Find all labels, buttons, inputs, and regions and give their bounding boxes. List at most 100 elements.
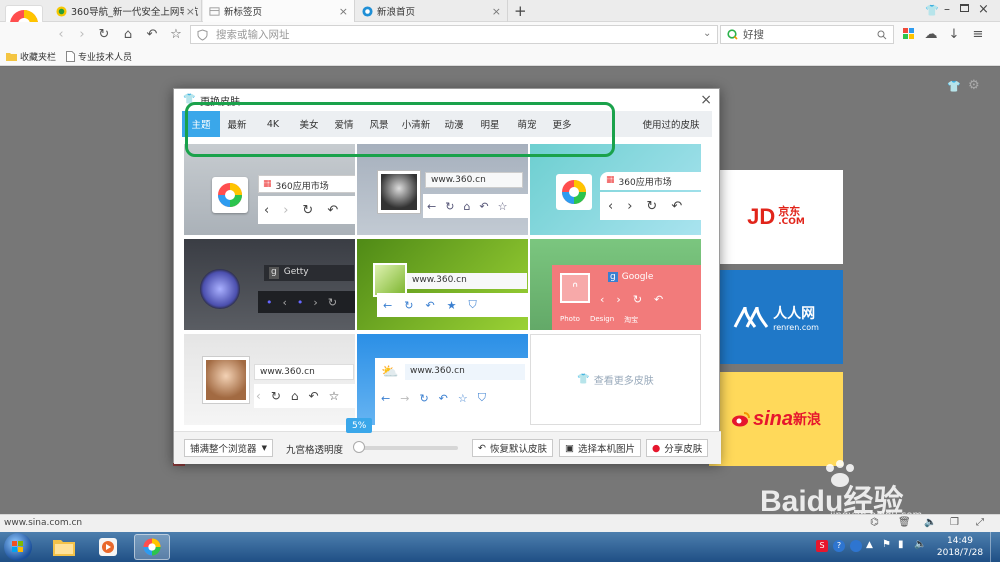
share-label: 分享皮肤 [664, 444, 703, 455]
refresh-button[interactable]: ↻ [96, 26, 112, 42]
window-icon[interactable]: ❐ [950, 517, 959, 528]
address-bar[interactable]: 搜索或输入网址 [190, 25, 718, 44]
skin-thumbnail[interactable]: ▦ 360应用市场 ‹ › ↻ ↶ [530, 144, 701, 235]
tray-flag-icon[interactable]: ⚑ [882, 539, 891, 550]
renren-logo-text: 人人网 [773, 305, 816, 322]
search-icon[interactable] [877, 30, 887, 40]
portrait-image [381, 174, 417, 210]
sina-favicon-icon [362, 5, 373, 17]
tray-network-icon[interactable] [850, 540, 862, 552]
dialog-close-button[interactable]: × [700, 92, 712, 108]
address-dropdown-icon[interactable]: ⌄ [703, 28, 711, 39]
apps-grid-icon[interactable] [903, 28, 915, 40]
skin-thumbnail[interactable]: www.360.cn ← ↻ ↶ ★ ⛉ [357, 239, 528, 330]
bookmark-favorites-folder[interactable]: 收藏夹栏 [6, 50, 56, 63]
share-skin-button[interactable]: ● 分享皮肤 [646, 439, 709, 457]
page-skin-icon[interactable]: 👕 [947, 80, 961, 93]
skin-shirt-icon[interactable]: 👕 [925, 4, 939, 17]
g-icon: g [269, 267, 279, 279]
bunny-icon: ᐢ [560, 273, 590, 303]
tab-new-tab[interactable]: 新标签页 × [203, 0, 355, 22]
skin-thumbnail[interactable]: g Getty • ‹ • › ↻ [184, 239, 355, 330]
restore-default-skin-button[interactable]: ↶ 恢复默认皮肤 [472, 439, 553, 457]
tab-close-icon[interactable]: × [339, 5, 348, 18]
skin-preview-tab: g Getty [264, 265, 354, 281]
volume-icon[interactable]: 🔈 [924, 517, 936, 528]
tab-label: 360导航_新一代安全上网导航 [71, 7, 199, 18]
360-favicon-icon [56, 5, 67, 17]
forward-button[interactable]: › [74, 26, 90, 42]
tab-label: 新标签页 [224, 7, 263, 18]
transparency-slider-handle[interactable] [353, 441, 366, 453]
transparency-label: 九宫格透明度 [286, 445, 344, 456]
skin-preview-nav: ← ↻ ↶ ★ ⛉ [377, 293, 528, 317]
tray-volume-icon[interactable]: 🔈 [914, 539, 926, 550]
taskbar-360-browser[interactable] [134, 534, 170, 560]
skin-preview-label: Google [621, 272, 654, 282]
media-player-icon [99, 538, 117, 556]
site-tile-sina[interactable]: sina 新浪 [709, 372, 843, 466]
tab-sina[interactable]: 新浪首页 × [356, 0, 508, 22]
app-grid-icon: ▦ [606, 175, 615, 185]
taskbar-explorer[interactable] [46, 534, 82, 560]
skin-thumbnail[interactable]: ⛅ www.360.cn ← → ↻ ↶ ☆ ⛉ [357, 334, 528, 425]
jd-logo-com: .COM [778, 217, 805, 227]
skin-thumbnail[interactable]: ᐢ g Google ‹ › ↻ ↶ Photo Design 淘宝 [530, 239, 701, 330]
site-tile-jd[interactable]: JD 京东 .COM [709, 170, 843, 264]
skin-preview-nav: ← → ↻ ↶ ☆ ⛉ [381, 391, 486, 405]
new-tab-button[interactable]: + [514, 2, 527, 20]
weather-sun-icon: ⛅ [381, 364, 399, 380]
show-desktop-button[interactable] [990, 532, 1000, 562]
bookmark-professional[interactable]: 专业技术人员 [66, 50, 132, 63]
favorite-star-button[interactable]: ☆ [168, 26, 184, 42]
baidu-watermark: Baidu经验 jingyan.baidu.com [760, 460, 990, 521]
maximize-button[interactable] [960, 4, 969, 12]
skin-preview-url: www.360.cn [405, 364, 525, 380]
tab-close-icon[interactable]: × [183, 5, 195, 18]
download-icon[interactable]: ↓ [946, 26, 962, 42]
fill-mode-select[interactable]: 铺满整个浏览器 ▼ [184, 439, 273, 457]
jd-logo-cn: 京东 [778, 205, 801, 218]
start-button[interactable] [4, 533, 32, 561]
app-grid-icon: ▦ [263, 179, 272, 189]
folder-label: 淘宝 [624, 316, 639, 324]
minimize-button[interactable]: – [944, 2, 950, 16]
tab-360-nav[interactable]: 360导航_新一代安全上网导航 × [50, 0, 202, 22]
back-button[interactable]: ‹ [53, 26, 69, 42]
skin-preview-nav: ‹ › ↻ ↶ [600, 292, 664, 306]
used-skins-link[interactable]: 使用过的皮肤 [636, 111, 706, 137]
zoom-icon[interactable]: ⤢ [976, 517, 984, 528]
search-box[interactable]: 好搜 [720, 25, 894, 44]
more-skins-button[interactable]: 👕 查看更多皮肤 [530, 334, 701, 425]
skin-preview-url: www.360.cn [407, 273, 527, 289]
site-tile-renren[interactable]: 人人网 renren.com [709, 270, 843, 364]
skin-preview-nav: • ‹ • › ↻ [258, 291, 355, 313]
system-clock[interactable]: 14:49 2018/7/28 [935, 535, 985, 559]
tab-close-icon[interactable]: × [492, 5, 501, 18]
trash-icon[interactable]: 🗑 [898, 517, 911, 528]
page-icon [66, 51, 75, 62]
skin-thumbnail[interactable]: www.360.cn ← ↻ ⌂ ↶ ☆ [357, 144, 528, 235]
transparency-tooltip: 5% [346, 418, 373, 433]
skin-preview-label: Getty [283, 267, 309, 277]
bookmark-label: 收藏夹栏 [20, 53, 57, 63]
close-window-button[interactable]: × [978, 2, 989, 17]
tray-s-icon[interactable]: S [816, 540, 828, 552]
cloud-status-icon[interactable]: ⌬ [870, 517, 879, 528]
cloud-icon[interactable]: ☁ [923, 26, 939, 42]
tray-signal-icon[interactable]: ▮ [898, 539, 904, 550]
tray-expand-icon[interactable]: ▲ [866, 540, 873, 550]
skin-thumbnail[interactable]: www.360.cn ‹ ↻ ⌂ ↶ ☆ [184, 334, 355, 425]
page-settings-gear-icon[interactable]: ⚙ [968, 78, 980, 93]
choose-local-image-button[interactable]: ▣ 选择本机图片 [559, 439, 641, 457]
transparency-slider[interactable] [354, 446, 458, 450]
tray-help-icon[interactable]: ? [833, 540, 845, 552]
undo-close-button[interactable]: ↶ [144, 26, 160, 42]
skin-thumbnail[interactable]: ▦ 360应用市场 ‹ › ↻ ↶ [184, 144, 355, 235]
menu-icon[interactable]: ≡ [970, 26, 986, 42]
clock-time: 14:49 [947, 536, 973, 546]
360-browser-logo-icon [143, 538, 161, 556]
skin-preview-tab: ▦ 360应用市场 [600, 172, 701, 190]
home-button[interactable]: ⌂ [120, 26, 136, 42]
taskbar-media-player[interactable] [90, 534, 126, 560]
